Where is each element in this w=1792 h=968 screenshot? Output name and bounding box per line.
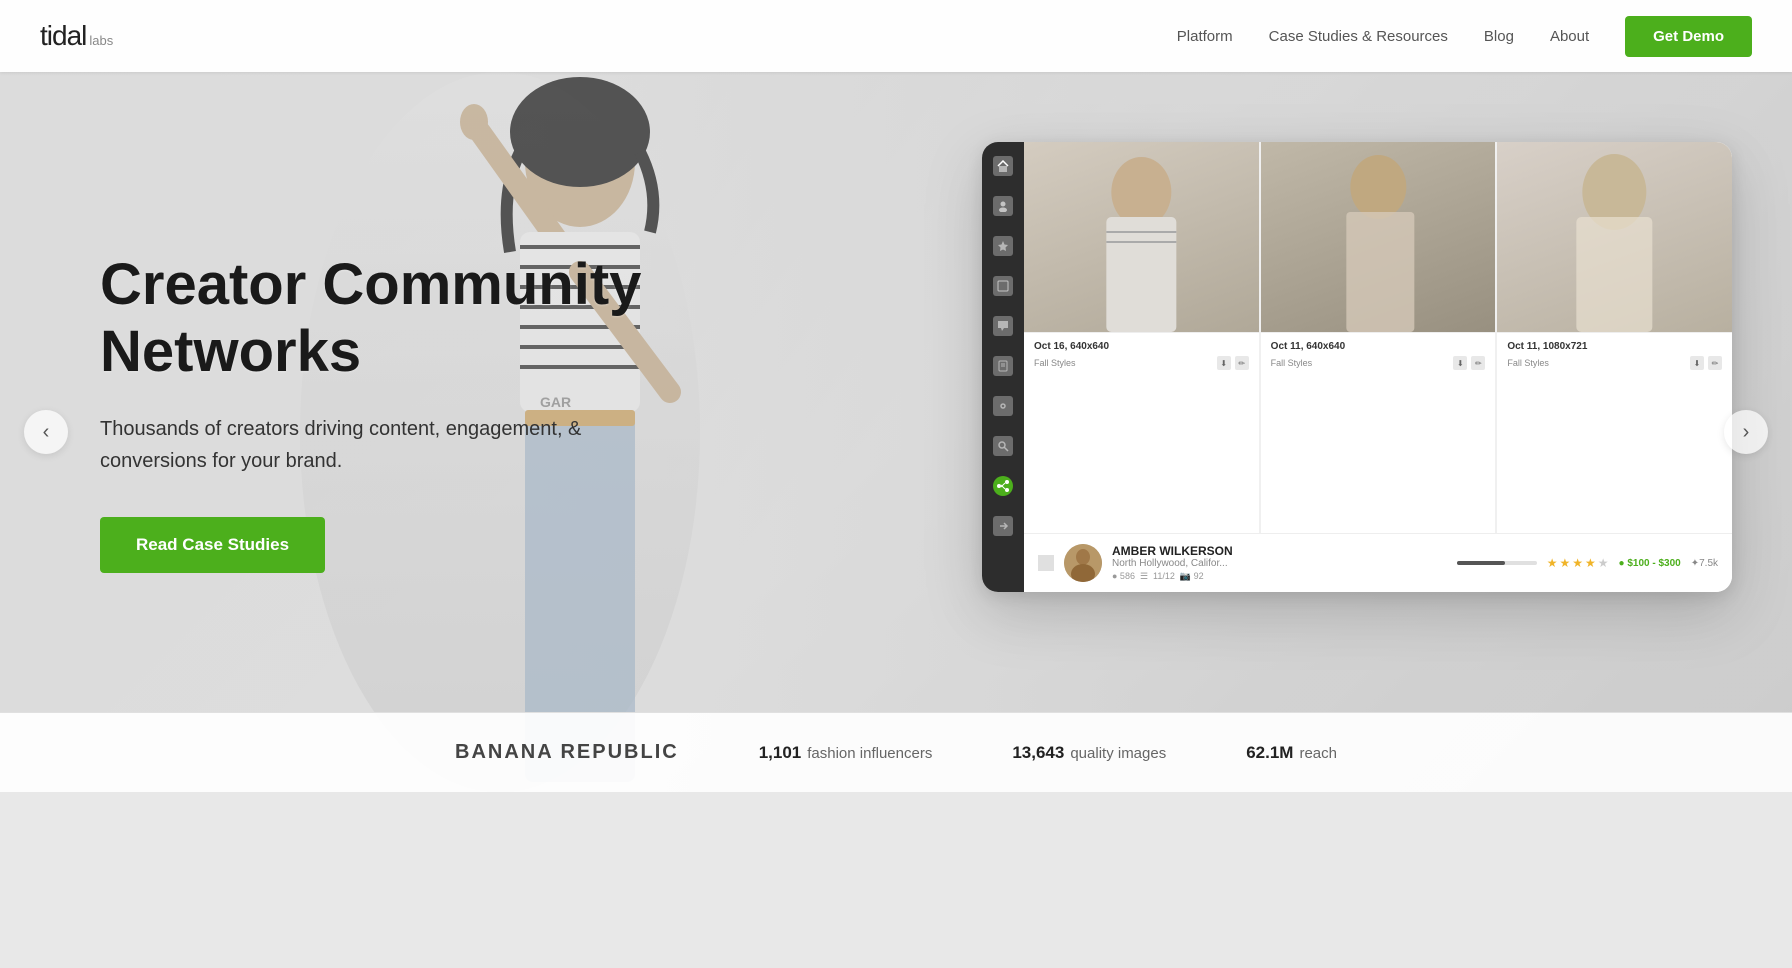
app-image-card-3: Oct 11, 1080x721 Fall Styles ⬇ ✏: [1497, 142, 1732, 533]
hero-prev-arrow[interactable]: ‹: [24, 410, 68, 454]
app-creator-price: ● $100 - $300: [1619, 558, 1681, 569]
nav-case-studies[interactable]: Case Studies & Resources: [1269, 28, 1448, 45]
app-sidebar-arrow-icon[interactable]: [993, 516, 1013, 536]
stats-reach-number: 62.1M: [1246, 743, 1293, 763]
app-sidebar-settings-icon[interactable]: [993, 396, 1013, 416]
app-sidebar-image-icon[interactable]: [993, 276, 1013, 296]
hero-subtitle: Thousands of creators driving content, e…: [100, 413, 680, 477]
app-creator-info: AMBER WILKERSON North Hollywood, Califor…: [1112, 544, 1447, 582]
hero-next-arrow[interactable]: ›: [1724, 410, 1768, 454]
stats-item-2: 13,643 quality images: [1012, 743, 1166, 763]
app-creator-color-indicator: [1038, 555, 1054, 571]
star-2: ★: [1559, 556, 1570, 570]
app-creator-location: North Hollywood, Califor...: [1112, 558, 1447, 569]
app-screenshot: Oct 16, 640x640 Fall Styles ⬇ ✏: [982, 142, 1732, 592]
stats-item-3: 62.1M reach: [1246, 743, 1337, 763]
app-image-card-2: Oct 11, 640x640 Fall Styles ⬇ ✏: [1261, 142, 1498, 533]
hero-title: Creator Community Networks: [100, 252, 680, 385]
stats-influencers-label: fashion influencers: [807, 745, 932, 762]
stats-item-1: 1,101 fashion influencers: [759, 743, 933, 763]
stats-reach-label: reach: [1299, 745, 1337, 762]
app-creator-progress-bar: [1457, 561, 1537, 565]
app-creator-progress-fill: [1457, 561, 1505, 565]
star-1: ★: [1547, 556, 1558, 570]
stats-images-label: quality images: [1070, 745, 1166, 762]
logo-labs: labs: [89, 33, 113, 48]
app-creator-row: AMBER WILKERSON North Hollywood, Califor…: [1024, 533, 1732, 592]
star-5: ★: [1598, 556, 1609, 570]
app-creator-score: ✦7.5k: [1691, 558, 1718, 569]
navbar: tidal labs Platform Case Studies & Resou…: [0, 0, 1792, 72]
app-creator-name: AMBER WILKERSON: [1112, 544, 1447, 558]
app-sidebar-people-icon[interactable]: [993, 196, 1013, 216]
app-sidebar-share-icon[interactable]: [993, 476, 1013, 496]
app-sidebar-star-icon[interactable]: [993, 236, 1013, 256]
nav-blog[interactable]: Blog: [1484, 28, 1514, 45]
app-creator-stats: ● 586 ☰ 11/12 📷 92: [1112, 571, 1447, 582]
app-sidebar-doc-icon[interactable]: [993, 356, 1013, 376]
app-sidebar-chat-icon[interactable]: [993, 316, 1013, 336]
app-sidebar-search-icon[interactable]: [993, 436, 1013, 456]
stats-bar: BANANA REPUBLIC 1,101 fashion influencer…: [0, 712, 1792, 792]
app-creator-avatar: [1064, 544, 1102, 582]
app-image-card-1: Oct 16, 640x640 Fall Styles ⬇ ✏: [1024, 142, 1261, 533]
star-3: ★: [1572, 556, 1583, 570]
nav-about[interactable]: About: [1550, 28, 1589, 45]
stats-images-number: 13,643: [1012, 743, 1064, 763]
nav-platform[interactable]: Platform: [1177, 28, 1233, 45]
app-sidebar-home-icon[interactable]: [993, 156, 1013, 176]
nav-links: Platform Case Studies & Resources Blog A…: [1177, 16, 1752, 57]
app-main-content: Oct 16, 640x640 Fall Styles ⬇ ✏: [1024, 142, 1732, 592]
logo[interactable]: tidal labs: [40, 20, 113, 52]
app-creator-stats-text: ● 586 ☰ 11/12 📷 92: [1112, 571, 1204, 582]
stats-brand: BANANA REPUBLIC: [455, 741, 679, 764]
app-creator-rating: ★ ★ ★ ★ ★: [1547, 556, 1609, 570]
app-images-container: Oct 16, 640x640 Fall Styles ⬇ ✏: [1024, 142, 1732, 533]
hero-content: Creator Community Networks Thousands of …: [100, 252, 680, 573]
app-sidebar: [982, 142, 1024, 592]
star-4: ★: [1585, 556, 1596, 570]
get-demo-button[interactable]: Get Demo: [1625, 16, 1752, 57]
stats-influencers-number: 1,101: [759, 743, 802, 763]
read-case-studies-button[interactable]: Read Case Studies: [100, 517, 325, 573]
logo-tidal: tidal: [40, 20, 86, 52]
hero-section: GAR Creator Community Networks Thousands…: [0, 72, 1792, 792]
